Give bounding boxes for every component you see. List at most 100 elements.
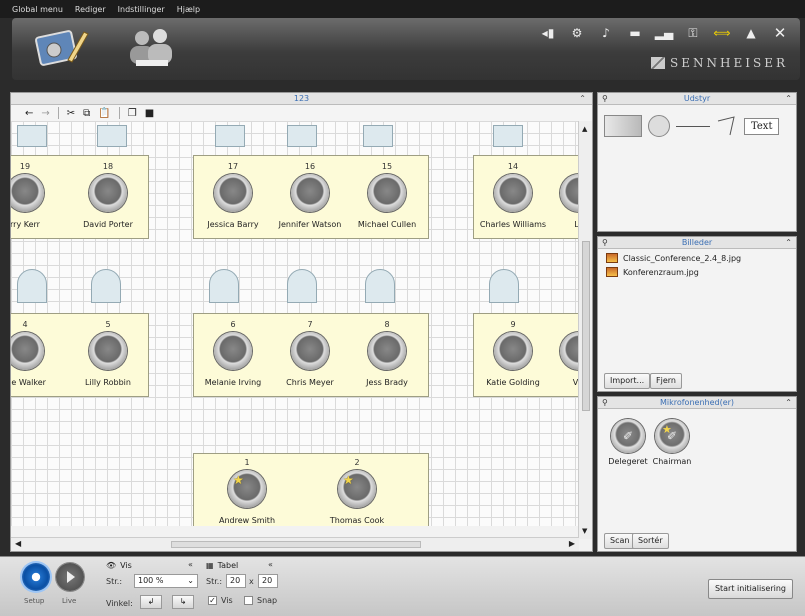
mic-seat[interactable]: Lu bbox=[544, 162, 579, 229]
chairman-unit[interactable]: ★ ✐ Chairman bbox=[650, 419, 694, 466]
delegate-unit[interactable]: ✐ Delegeret bbox=[606, 419, 650, 466]
rotate-left-button[interactable]: ↲ bbox=[140, 595, 162, 609]
chair[interactable] bbox=[365, 269, 395, 303]
chair[interactable] bbox=[363, 125, 393, 147]
image-file-item[interactable]: Classic_Conference_2.4_8.jpg bbox=[598, 249, 796, 263]
sort-button[interactable]: Sortér bbox=[632, 533, 669, 549]
mic-seat[interactable]: 4 nie Walker bbox=[11, 320, 60, 387]
scroll-up-icon[interactable]: ▲ bbox=[582, 125, 587, 133]
menu-settings[interactable]: Indstillinger bbox=[118, 5, 165, 14]
bring-front-icon[interactable]: ❐ bbox=[128, 108, 137, 119]
pin-icon[interactable]: ⚲ bbox=[602, 237, 608, 249]
pin-icon[interactable]: ⚲ bbox=[602, 397, 608, 409]
menu-help[interactable]: Hjælp bbox=[177, 5, 200, 14]
conference-table[interactable]: 17 Jessica Barry 16 Jennifer Watson 15 M… bbox=[193, 155, 429, 239]
grid-rows-input[interactable]: 20 bbox=[258, 574, 278, 588]
mic-seat[interactable]: 5 Lilly Robbin bbox=[73, 320, 143, 387]
paste-icon[interactable]: 📋 bbox=[98, 108, 110, 119]
mic-seat[interactable]: 14 Charles Williams bbox=[478, 162, 548, 229]
conference-table[interactable]: 14 Charles Williams Lu bbox=[473, 155, 579, 239]
bottom-bar: Setup Live 👁 Vis « Str.: 100 % ⌄ Vinkel:… bbox=[0, 556, 805, 616]
chair[interactable] bbox=[489, 269, 519, 303]
mic-seat[interactable]: 15 Michael Cullen bbox=[352, 162, 422, 229]
import-button[interactable]: Import... bbox=[604, 373, 651, 389]
seating-canvas[interactable]: 19 rry Kerr 18 David Porter 17 Jessica B… bbox=[11, 121, 579, 526]
mic-seat[interactable]: 16 Jennifer Watson bbox=[275, 162, 345, 229]
room-setup-view-icon[interactable] bbox=[32, 24, 92, 70]
back-arrow-icon[interactable]: ← bbox=[25, 108, 33, 119]
grid-columns-input[interactable]: 20 bbox=[226, 574, 246, 588]
forward-arrow-icon[interactable]: → bbox=[41, 108, 49, 119]
setup-mode-button[interactable] bbox=[22, 563, 50, 591]
conference-table[interactable]: 4 nie Walker 5 Lilly Robbin bbox=[11, 313, 149, 397]
grid-size-label: Str.: bbox=[206, 577, 223, 586]
rectangle-tool[interactable] bbox=[604, 115, 642, 137]
conference-table[interactable]: 6 Melanie Irving 7 Chris Meyer 8 Jess Br… bbox=[193, 313, 429, 397]
zoom-select[interactable]: 100 % ⌄ bbox=[134, 574, 198, 588]
mic-seat[interactable]: 19 rry Kerr bbox=[11, 162, 60, 229]
copy-icon[interactable]: ⧉ bbox=[83, 108, 90, 119]
scroll-down-icon[interactable]: ▼ bbox=[582, 527, 587, 535]
collapse-icon[interactable]: ⌃ bbox=[785, 93, 792, 105]
chair[interactable] bbox=[287, 125, 317, 147]
circle-tool[interactable] bbox=[648, 115, 670, 137]
snap-label: Snap bbox=[257, 596, 278, 605]
microphone-icon bbox=[494, 332, 532, 370]
snap-checkbox[interactable] bbox=[244, 596, 253, 605]
send-back-icon[interactable]: ■ bbox=[145, 108, 154, 119]
chair[interactable] bbox=[209, 269, 239, 303]
close-icon[interactable]: ✕ bbox=[770, 24, 790, 42]
start-initialization-button[interactable]: Start initialisering bbox=[707, 579, 793, 599]
menu-global[interactable]: Global menu bbox=[12, 5, 63, 14]
chairman-seat[interactable]: 2 ★ Thomas Cook bbox=[322, 458, 392, 525]
pin-icon[interactable]: ⚲ bbox=[602, 93, 608, 105]
horizontal-scrollbar[interactable]: ◀ ▶ bbox=[11, 537, 579, 551]
chair[interactable] bbox=[493, 125, 523, 147]
collapse-left-icon[interactable]: « bbox=[268, 560, 273, 569]
eject-icon[interactable]: ▲ bbox=[741, 26, 761, 40]
participants-view-icon[interactable] bbox=[122, 24, 182, 70]
image-file-item[interactable]: Konferenzraum.jpg bbox=[598, 263, 796, 277]
live-mode-button[interactable] bbox=[56, 563, 84, 591]
text-tool[interactable]: Text bbox=[744, 117, 780, 135]
chair[interactable] bbox=[215, 125, 245, 147]
vertical-scrollbar[interactable]: ▲ ▼ bbox=[578, 121, 592, 539]
mic-seat[interactable]: 9 Katie Golding bbox=[478, 320, 548, 387]
scroll-left-icon[interactable]: ◀ bbox=[15, 539, 21, 548]
mic-seat[interactable]: 6 Melanie Irving bbox=[198, 320, 268, 387]
collapse-icon[interactable]: ⌃ bbox=[785, 397, 792, 409]
chair[interactable] bbox=[97, 125, 127, 147]
images-panel: ⚲ Billeder ⌃ Classic_Conference_2.4_8.jp… bbox=[597, 236, 797, 392]
scroll-thumb[interactable] bbox=[171, 541, 421, 548]
collapse-left-icon[interactable]: « bbox=[188, 560, 193, 569]
link-icon[interactable]: ⟺ bbox=[712, 26, 732, 40]
mic-seat[interactable]: 7 Chris Meyer bbox=[275, 320, 345, 387]
angle-line-tool[interactable] bbox=[716, 115, 738, 137]
mic-seat[interactable]: 18 David Porter bbox=[73, 162, 143, 229]
scan-button[interactable]: Scan bbox=[604, 533, 636, 549]
rotate-right-button[interactable]: ↳ bbox=[172, 595, 194, 609]
scroll-thumb[interactable] bbox=[582, 241, 590, 411]
conference-table[interactable]: 19 rry Kerr 18 David Porter bbox=[11, 155, 149, 239]
chair[interactable] bbox=[91, 269, 121, 303]
chair[interactable] bbox=[287, 269, 317, 303]
cut-icon[interactable]: ✂ bbox=[67, 108, 75, 119]
grid-icon: ▦ bbox=[206, 561, 214, 570]
collapse-icon[interactable]: ⌃ bbox=[785, 237, 792, 249]
mic-seat[interactable]: 17 Jessica Barry bbox=[198, 162, 268, 229]
grid-multiply-label: x bbox=[249, 577, 254, 586]
chair[interactable] bbox=[17, 269, 47, 303]
chairman-table[interactable]: 1 ★ Andrew Smith 2 ★ Thomas Cook bbox=[193, 453, 429, 526]
show-grid-checkbox[interactable]: ✓ bbox=[208, 596, 217, 605]
remove-button[interactable]: Fjern bbox=[650, 373, 682, 389]
line-tool[interactable] bbox=[676, 125, 710, 127]
microphone-icon bbox=[494, 174, 532, 212]
mic-seat[interactable]: Vin bbox=[544, 320, 579, 387]
mic-seat[interactable]: 8 Jess Brady bbox=[352, 320, 422, 387]
collapse-icon[interactable]: ⌃ bbox=[579, 93, 586, 105]
scroll-right-icon[interactable]: ▶ bbox=[569, 539, 575, 548]
conference-table[interactable]: 9 Katie Golding Vin bbox=[473, 313, 579, 397]
menu-edit[interactable]: Rediger bbox=[75, 5, 106, 14]
chairman-seat[interactable]: 1 ★ Andrew Smith bbox=[212, 458, 282, 525]
chair[interactable] bbox=[17, 125, 47, 147]
